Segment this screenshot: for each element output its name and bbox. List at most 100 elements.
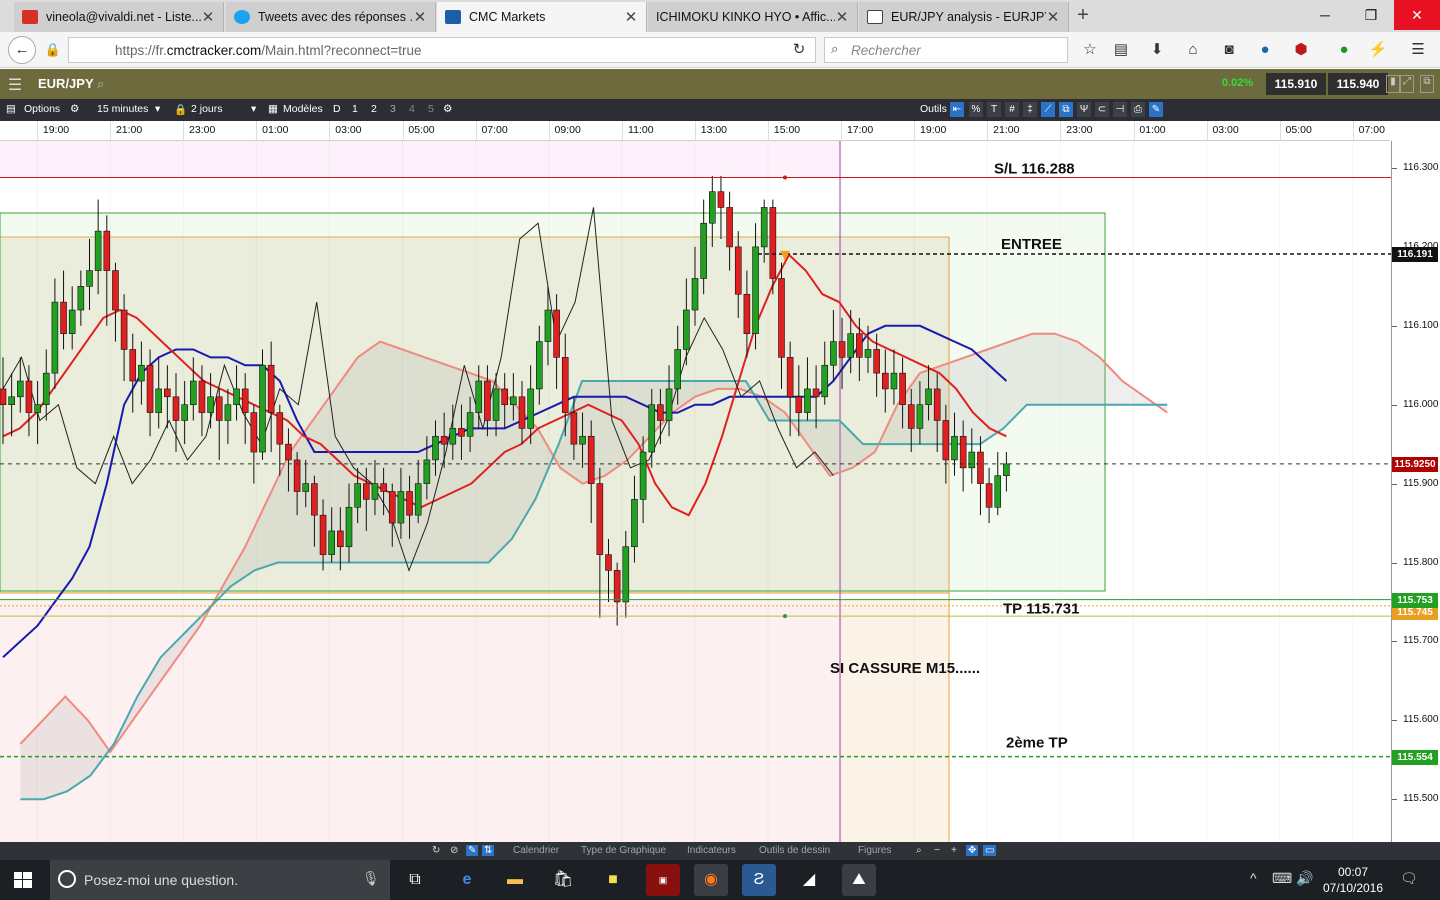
extension-icon[interactable]: ⚡ [1368, 41, 1388, 59]
text-tool-icon[interactable]: T [987, 102, 1001, 117]
browser-tab-ichimoku[interactable]: ICHIMOKU KINKO HYO • Affic... ✕ [648, 2, 858, 32]
price-tick [1392, 404, 1397, 406]
close-icon[interactable]: ✕ [835, 8, 849, 26]
view-4-button[interactable]: 4 [409, 103, 415, 115]
settings-icon[interactable]: ⚙ [443, 103, 452, 115]
candle-body [345, 506, 353, 548]
app-red-icon[interactable]: ▣ [646, 864, 680, 896]
interval-select[interactable]: 15 minutes [97, 103, 148, 115]
calendar-tab[interactable]: Calendrier [513, 845, 559, 856]
hline-tool-icon[interactable]: ⊣ [1113, 102, 1127, 117]
grid-tool-icon[interactable]: # [1005, 102, 1019, 117]
fib-tool-icon[interactable]: ‡ [1023, 102, 1037, 117]
models-button[interactable]: Modèles [283, 103, 323, 115]
volume-icon[interactable]: 🔊 [1296, 870, 1313, 887]
symbol-label[interactable]: EUR/JPY ⌕ [38, 76, 104, 92]
close-icon[interactable]: ✕ [1046, 8, 1060, 26]
drawing-tools-tab[interactable]: Outils de dessin [759, 845, 830, 856]
refresh-icon[interactable]: ↻ [432, 845, 440, 856]
windows-start-icon[interactable] [14, 872, 32, 888]
expand-icon[interactable]: ⤢ [1400, 75, 1414, 93]
app-chart-icon[interactable]: ◢ [792, 864, 826, 896]
print-icon[interactable]: ⎙ [1131, 102, 1145, 117]
gear-icon[interactable]: ⚙ [70, 103, 79, 115]
browser-tab-eurjpy[interactable]: EUR/JPY analysis - EURJPY... ✕ [859, 2, 1069, 32]
new-tab-button[interactable]: + [1072, 4, 1094, 27]
lock-icon[interactable]: 🔒 [174, 103, 187, 116]
home-icon[interactable]: ⌂ [1183, 41, 1203, 59]
network-icon[interactable]: ⌨ [1272, 870, 1292, 887]
view-5-button[interactable]: 5 [428, 103, 434, 115]
channel-tool-icon[interactable]: ⧉ [1059, 102, 1073, 117]
edge-icon[interactable]: e [450, 864, 484, 896]
identity-icon[interactable]: 🔒 [40, 38, 66, 62]
candle-body [492, 388, 500, 421]
view-2-button[interactable]: 2 [371, 103, 377, 115]
minimize-button[interactable]: ─ [1302, 0, 1348, 30]
task-view-icon[interactable]: ⧉ [398, 864, 432, 896]
browser-tab-twitter[interactable]: Tweets avec des réponses ... ✕ [226, 2, 436, 32]
search-input[interactable]: ⌕ Rechercher [824, 37, 1068, 63]
window-close-button[interactable]: ✕ [1394, 0, 1440, 30]
clock[interactable]: 00:07 07/10/2016 [1318, 864, 1388, 896]
figures-tab[interactable]: Figures [858, 845, 891, 856]
url-bar[interactable]: https://fr. cmctracker.com/Main.html?reco… [68, 37, 816, 63]
cortana-search[interactable]: Posez-moi une question. 🎙 [50, 860, 390, 900]
close-icon[interactable]: ✕ [413, 8, 427, 26]
price-chart[interactable]: S/L 116.288 ENTREE TP 115.731 SI CASSURE M1… [0, 141, 1391, 842]
download-icon[interactable]: ⬇ [1147, 41, 1167, 59]
zoom-out-icon[interactable]: − [934, 845, 940, 856]
buy-price-button[interactable]: 115.940 [1328, 73, 1388, 95]
browser-tab-cmc[interactable]: CMC Markets ✕ [437, 2, 647, 32]
percent-tool-icon[interactable]: % [969, 102, 983, 117]
view-3-button[interactable]: 3 [390, 103, 396, 115]
calendar-icon[interactable]: ▦ [268, 103, 278, 115]
file-explorer-icon[interactable]: ▬ [498, 864, 532, 896]
options-button[interactable]: Options [24, 103, 60, 115]
maximize-button[interactable]: ❐ [1348, 0, 1394, 30]
tray-chevron-icon[interactable]: ^ [1250, 870, 1257, 886]
pen-icon[interactable]: ✎ [466, 845, 479, 856]
sort-icon[interactable]: ⇅ [482, 845, 495, 856]
close-icon[interactable]: ✕ [624, 8, 638, 26]
panel-icon[interactable]: ▮ [1386, 75, 1400, 93]
app-blue-icon[interactable]: Ƨ [742, 864, 776, 896]
line-tool-icon[interactable]: ⟋ [1041, 102, 1055, 117]
range-select[interactable]: 2 jours [191, 103, 223, 115]
reload-icon[interactable]: ↻ [786, 38, 812, 62]
browser-tab-mail[interactable]: vineola@vivaldi.net - Liste... ✕ [14, 2, 224, 32]
arc-tool-icon[interactable]: ⊂ [1095, 102, 1109, 117]
back-arrow-icon[interactable]: ← [8, 36, 36, 64]
view-1-button[interactable]: 1 [352, 103, 358, 115]
crosshair-tool-icon[interactable]: ⇤ [950, 102, 964, 117]
options-icon[interactable]: ▤ [6, 103, 16, 115]
draw-tool-icon[interactable]: ✎ [1149, 102, 1163, 117]
firefox-icon[interactable]: ◉ [694, 864, 728, 896]
photos-icon[interactable]: ⛰ [842, 864, 876, 896]
indicators-tab[interactable]: Indicateurs [687, 845, 736, 856]
reading-list-icon[interactable]: ▤ [1111, 41, 1131, 59]
fit-icon[interactable]: ▭ [983, 845, 997, 856]
vpn-icon[interactable]: ● [1255, 41, 1275, 59]
pocket-icon[interactable]: ◙ [1219, 41, 1239, 59]
move-icon[interactable]: ✥ [966, 845, 979, 856]
microphone-icon[interactable]: 🎙 [362, 870, 380, 887]
status-icon[interactable]: ● [1334, 41, 1354, 59]
fork-tool-icon[interactable]: Ψ [1077, 102, 1091, 117]
store-icon[interactable]: 🛍 [546, 864, 580, 896]
menu-icon[interactable]: ☰ [1408, 41, 1428, 59]
stop-loss-annotation: S/L 116.288 [994, 160, 1075, 177]
view-d-button[interactable]: D [333, 103, 341, 115]
popout-icon[interactable]: ⧉ [1420, 75, 1434, 93]
no-icon[interactable]: ⊘ [450, 845, 458, 856]
ublock-icon[interactable]: ⬢ [1291, 41, 1311, 59]
bookmark-star-icon[interactable]: ☆ [1080, 41, 1100, 59]
zoom-in-icon[interactable]: + [951, 845, 957, 856]
hamburger-icon[interactable]: ☰ [4, 75, 26, 94]
sticky-notes-icon[interactable]: ■ [596, 864, 630, 896]
zoom-search-icon[interactable]: ⌕ [916, 845, 922, 856]
close-icon[interactable]: ✕ [201, 8, 215, 26]
notification-icon[interactable]: 🗨 [1400, 870, 1418, 887]
sell-price-button[interactable]: 115.910 [1266, 73, 1326, 95]
chart-type-tab[interactable]: Type de Graphique [581, 845, 666, 856]
